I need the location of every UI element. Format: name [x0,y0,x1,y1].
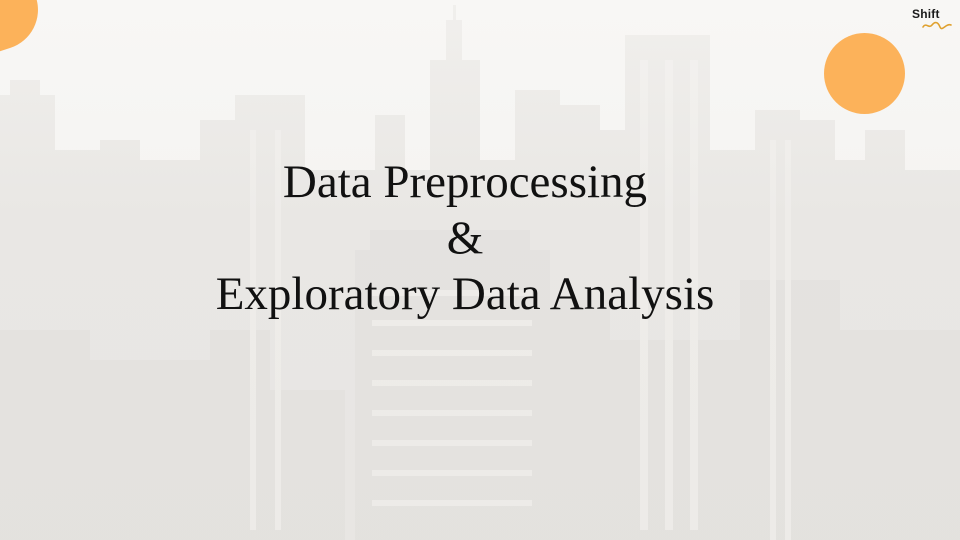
accent-circle [824,33,905,114]
slide-title: Data Preprocessing & Exploratory Data An… [140,154,790,322]
title-line-1: Data Preprocessing [282,156,648,208]
title-line-3: Exploratory Data Analysis [215,268,715,320]
title-line-2: & [446,212,484,264]
logo: Shift [906,6,954,32]
logo-text: Shift [912,7,940,21]
logo-script-icon [922,21,952,30]
slide: Shift Data Preprocessing & Exploratory D… [0,0,960,540]
